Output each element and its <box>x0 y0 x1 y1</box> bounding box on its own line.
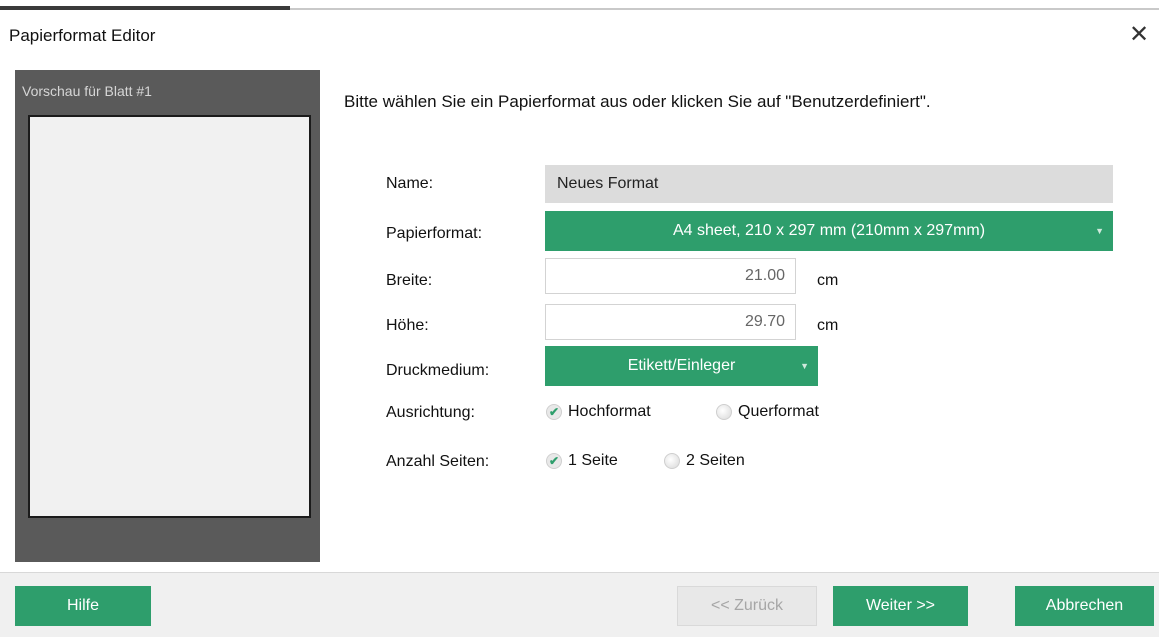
next-button[interactable]: Weiter >> <box>833 586 968 626</box>
help-button[interactable]: Hilfe <box>15 586 151 626</box>
pages-two-option[interactable]: 2 Seiten <box>664 452 745 470</box>
pages-two-label: 2 Seiten <box>686 452 745 469</box>
width-unit: cm <box>817 272 839 289</box>
name-label: Name: <box>386 175 434 192</box>
checkmark-icon: ✔ <box>546 453 562 469</box>
orientation-landscape-option[interactable]: Querformat <box>716 403 819 421</box>
orientation-portrait-option[interactable]: ✔ Hochformat <box>546 403 651 421</box>
preview-label: Vorschau für Blatt #1 <box>22 83 152 99</box>
paper-format-dropdown[interactable]: A4 sheet, 210 x 297 mm (210mm x 297mm) ▼ <box>545 211 1113 251</box>
height-label: Höhe: <box>386 317 429 334</box>
pages-one-option[interactable]: ✔ 1 Seite <box>546 452 618 470</box>
width-input[interactable] <box>545 258 796 294</box>
paper-format-label: Papierformat: <box>386 225 483 242</box>
radio-icon <box>716 404 732 420</box>
preview-sheet <box>28 115 311 518</box>
tab-strip-light <box>290 8 1159 10</box>
tab-strip-dark <box>0 6 290 10</box>
paper-format-value: A4 sheet, 210 x 297 mm (210mm x 297mm) <box>672 222 986 239</box>
pages-one-label: 1 Seite <box>568 452 618 469</box>
height-unit: cm <box>817 317 839 334</box>
pages-label: Anzahl Seiten: <box>386 453 490 470</box>
orientation-portrait-label: Hochformat <box>568 403 651 420</box>
back-button[interactable]: << Zurück <box>677 586 817 626</box>
medium-value: Etikett/Einleger <box>627 357 736 374</box>
close-icon[interactable]: ✕ <box>1124 20 1154 50</box>
medium-dropdown[interactable]: Etikett/Einleger ▼ <box>545 346 818 386</box>
name-input[interactable] <box>545 165 1113 203</box>
orientation-label: Ausrichtung: <box>386 404 475 421</box>
medium-label: Druckmedium: <box>386 362 490 379</box>
orientation-landscape-label: Querformat <box>738 403 819 420</box>
window-title: Papierformat Editor <box>9 26 156 45</box>
width-label: Breite: <box>386 272 433 289</box>
preview-panel: Vorschau für Blatt #1 <box>15 70 320 562</box>
radio-icon <box>664 453 680 469</box>
height-input[interactable] <box>545 304 796 340</box>
window-top-strip <box>0 0 1159 14</box>
chevron-down-icon: ▼ <box>800 361 809 371</box>
button-bar <box>0 572 1159 637</box>
chevron-down-icon: ▼ <box>1095 226 1104 236</box>
checkmark-icon: ✔ <box>546 404 562 420</box>
instruction-text: Bitte wählen Sie ein Papierformat aus od… <box>344 92 931 111</box>
cancel-button[interactable]: Abbrechen <box>1015 586 1154 626</box>
